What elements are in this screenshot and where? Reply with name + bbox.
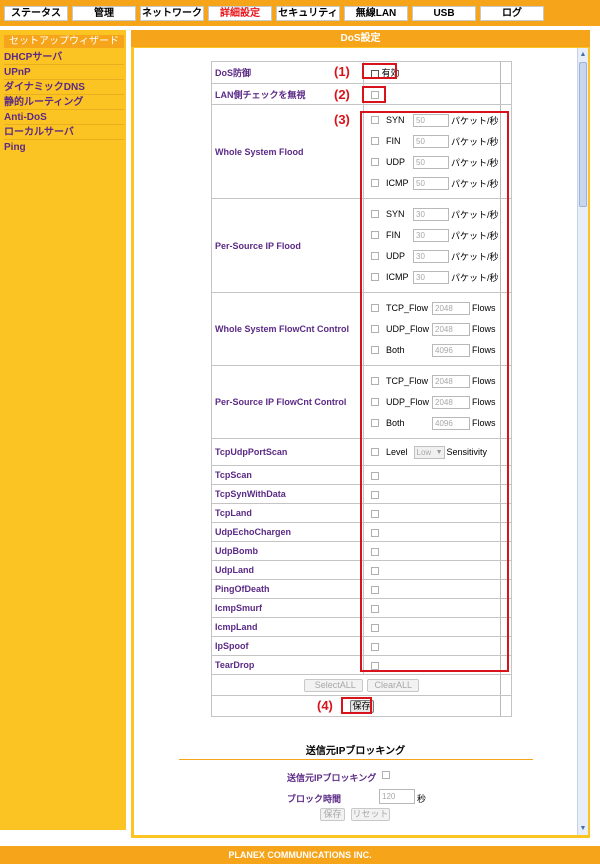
tab-advanced-settings[interactable]: 詳細設定 — [208, 6, 272, 21]
ip-blocking-title: 送信元IPブロッキング — [305, 746, 406, 757]
whole-system-flowcnt-label: Whole System FlowCnt Control — [211, 292, 364, 366]
udpland-label: UdpLand — [211, 560, 364, 580]
icmpsmurf-label: IcmpSmurf — [211, 598, 364, 618]
tab-security[interactable]: セキュリティ — [276, 6, 340, 21]
tab-network[interactable]: ネットワーク — [140, 6, 204, 21]
annotation-box-2 — [362, 86, 386, 103]
teardrop-label: TearDrop — [211, 655, 364, 675]
sidebar-item-anti-dos[interactable]: Anti-DoS — [4, 111, 124, 125]
scroll-down-icon[interactable]: ▼ — [579, 824, 587, 833]
per-source-ip-flood-label: Per-Source IP Flood — [211, 198, 364, 293]
tcpland-label: TcpLand — [211, 503, 364, 523]
tab-management[interactable]: 管理 — [72, 6, 136, 21]
icmpland-label: IcmpLand — [211, 617, 364, 637]
scrollbar-thumb[interactable] — [579, 62, 587, 207]
per-source-flowcnt-label: Per-Source IP FlowCnt Control — [211, 365, 364, 439]
portscan-label: TcpUdpPortScan — [211, 438, 364, 466]
block-save-button[interactable]: 保存 — [320, 808, 345, 821]
block-time-input[interactable]: 120 — [379, 789, 415, 804]
sidebar: セットアップウィザード DHCPサーバ UPnP ダイナミックDNS 静的ルーテ… — [0, 30, 126, 830]
block-reset-button[interactable]: リセット — [351, 808, 390, 821]
pingofdeath-label: PingOfDeath — [211, 579, 364, 599]
udpechochargen-label: UdpEchoChargen — [211, 522, 364, 542]
udpbomb-label: UdpBomb — [211, 541, 364, 561]
callout-1: (1) — [334, 64, 350, 79]
scroll-up-icon[interactable]: ▲ — [579, 50, 587, 59]
tcpsynwithdata-label: TcpSynWithData — [211, 484, 364, 504]
callout-2: (2) — [334, 87, 350, 102]
sidebar-item-ping[interactable]: Ping — [4, 141, 124, 155]
select-clear-row: SelectALL ClearALL — [211, 674, 512, 696]
tab-usb[interactable]: USB — [412, 6, 476, 21]
sidebar-item-static-routing[interactable]: 静的ルーティング — [4, 96, 124, 110]
sidebar-item-dhcp-server[interactable]: DHCPサーバ — [4, 51, 124, 65]
top-navigation-bar: ステータス 管理 ネットワーク 詳細設定 セキュリティ 無線LAN USB ログ — [0, 0, 600, 26]
annotation-box-3 — [360, 111, 509, 672]
sidebar-item-local-server[interactable]: ローカルサーバ — [4, 126, 124, 140]
footer-copyright: PLANEX COMMUNICATIONS INC. — [0, 846, 600, 864]
ip-blocking-checkbox[interactable] — [382, 771, 390, 779]
tab-wireless-lan[interactable]: 無線LAN — [344, 6, 408, 21]
tab-log[interactable]: ログ — [480, 6, 544, 21]
sidebar-item-setup-wizard[interactable]: セットアップウィザード — [4, 35, 124, 48]
callout-3: (3) — [334, 112, 350, 127]
tab-status[interactable]: ステータス — [4, 6, 68, 21]
ip-blocking-divider — [179, 759, 533, 760]
select-all-button[interactable]: SelectALL — [303, 678, 363, 692]
annotation-box-1 — [362, 63, 397, 79]
sidebar-item-dynamic-dns[interactable]: ダイナミックDNS — [4, 81, 124, 95]
block-time-label: ブロック時間 — [287, 794, 342, 804]
annotation-box-4 — [341, 697, 372, 714]
ip-blocking-label: 送信元IPブロッキング — [287, 773, 377, 783]
vertical-scrollbar[interactable]: ▲ ▼ — [577, 48, 588, 835]
block-time-unit: 秒 — [417, 794, 427, 804]
ipspoof-label: IpSpoof — [211, 636, 364, 656]
tcpscan-label: TcpScan — [211, 465, 364, 485]
page-title: DoS設定 — [131, 30, 590, 47]
callout-4: (4) — [317, 698, 333, 713]
sidebar-item-upnp[interactable]: UPnP — [4, 66, 124, 80]
clear-all-button[interactable]: ClearALL — [367, 678, 420, 692]
